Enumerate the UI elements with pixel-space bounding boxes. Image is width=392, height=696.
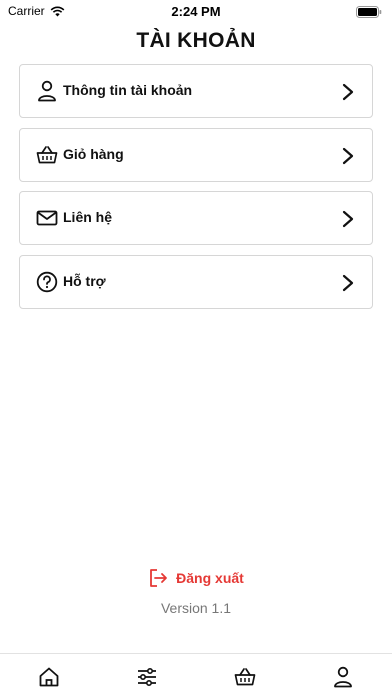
tab-bar xyxy=(0,653,392,696)
version-label: Version 1.1 xyxy=(160,600,232,616)
menu-item-label: Giỏ hàng xyxy=(63,146,124,162)
status-bar: Carrier 2:24 PM xyxy=(0,0,392,22)
chevron-right-icon xyxy=(342,147,354,165)
mail-icon xyxy=(36,210,58,226)
tab-filter-icon[interactable] xyxy=(136,666,158,688)
menu-item-cart[interactable]: Giỏ hàng xyxy=(19,128,373,182)
menu-item-label: Hỗ trợ xyxy=(63,273,106,289)
menu-item-account-info[interactable]: Thông tin tài khoản xyxy=(19,64,373,118)
basket-icon xyxy=(36,146,58,164)
menu-item-label: Liên hệ xyxy=(63,209,113,225)
help-icon xyxy=(36,271,58,293)
tab-user-icon[interactable] xyxy=(332,666,354,688)
logout-label: Đăng xuất xyxy=(176,570,244,586)
menu-item-contact[interactable]: Liên hệ xyxy=(19,191,373,245)
user-icon xyxy=(38,80,56,102)
chevron-right-icon xyxy=(342,274,354,292)
menu-item-support[interactable]: Hỗ trợ xyxy=(19,255,373,309)
page-title: TÀI KHOẢN xyxy=(136,29,256,52)
tab-home-icon[interactable] xyxy=(38,666,60,688)
logout-icon xyxy=(150,569,168,587)
logout-button[interactable]: Đăng xuất xyxy=(0,568,392,588)
menu-item-label: Thông tin tài khoản xyxy=(63,82,193,98)
tab-basket-icon[interactable] xyxy=(234,666,256,688)
chevron-right-icon xyxy=(342,210,354,228)
chevron-right-icon xyxy=(342,83,354,101)
status-time: 2:24 PM xyxy=(171,4,221,19)
battery-icon xyxy=(356,5,382,23)
